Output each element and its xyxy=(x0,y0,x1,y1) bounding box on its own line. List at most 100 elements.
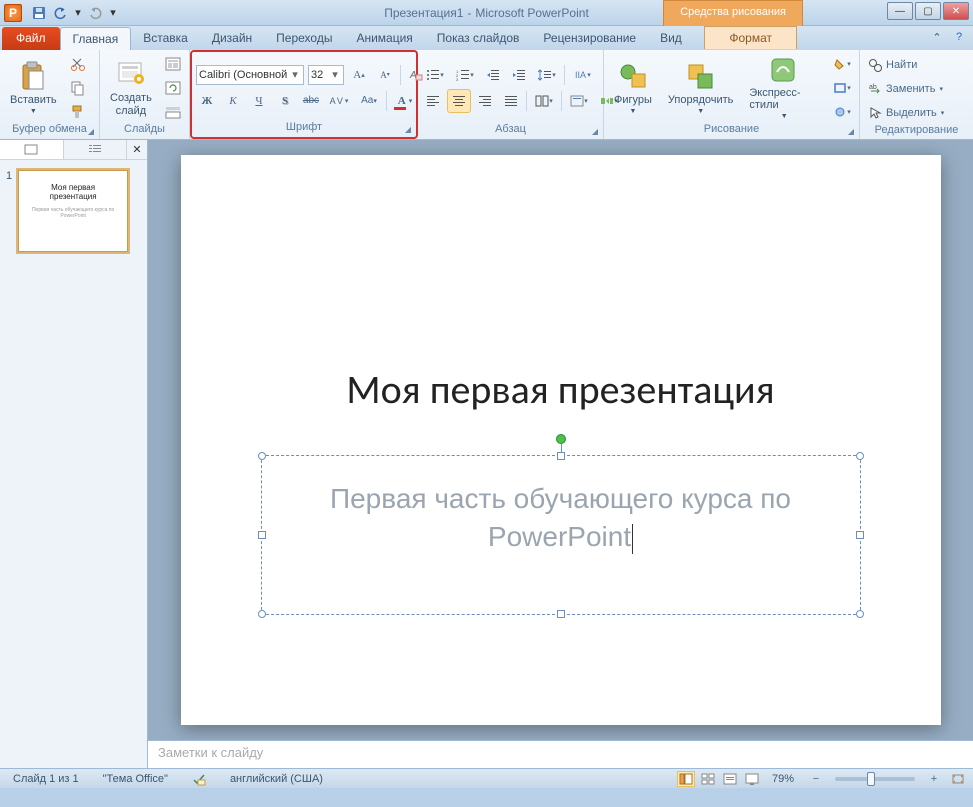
help-button[interactable]: ? xyxy=(951,29,967,45)
select-button[interactable]: Выделить▾ xyxy=(864,102,948,124)
notes-pane[interactable]: Заметки к слайду xyxy=(148,740,973,768)
columns-button[interactable]: ▾ xyxy=(531,90,557,112)
underline-button[interactable]: Ч xyxy=(248,90,270,112)
format-painter-button[interactable] xyxy=(67,101,89,123)
clipboard-dialog-launcher[interactable]: ◢ xyxy=(85,125,97,137)
tab-анимация[interactable]: Анимация xyxy=(344,27,424,50)
subtitle-text-box[interactable]: Первая часть обучающего курса по PowerPo… xyxy=(261,455,861,615)
slide-thumbnail-1[interactable]: Моя первая презентация Первая часть обуч… xyxy=(18,170,128,252)
numbering-button[interactable]: 123▾ xyxy=(452,64,478,86)
chevron-down-icon[interactable]: ▾ xyxy=(289,68,301,81)
resize-handle-ne[interactable] xyxy=(856,452,864,460)
align-text-button[interactable]: ▾ xyxy=(566,90,592,112)
slide-layout-button[interactable] xyxy=(162,53,184,75)
text-direction-button[interactable]: IIA▾ xyxy=(569,64,595,86)
bullets-button[interactable]: ▾ xyxy=(422,64,448,86)
decrease-indent-button[interactable] xyxy=(482,64,504,86)
resize-handle-w[interactable] xyxy=(258,531,266,539)
line-spacing-button[interactable]: ▾ xyxy=(534,64,560,86)
align-center-button[interactable] xyxy=(448,90,470,112)
arrange-button[interactable]: Упорядочить▼ xyxy=(662,54,739,122)
close-button[interactable]: ✕ xyxy=(943,2,969,20)
status-spellcheck[interactable] xyxy=(185,770,213,788)
tab-рецензирование[interactable]: Рецензирование xyxy=(531,27,648,50)
panel-tab-outline[interactable] xyxy=(64,140,128,159)
font-color-button[interactable]: A▾ xyxy=(391,90,419,112)
find-button[interactable]: Найти xyxy=(864,54,921,76)
resize-handle-n[interactable] xyxy=(557,452,565,460)
font-size-combo[interactable]: 32▾ xyxy=(308,65,344,85)
chevron-down-icon[interactable]: ▾ xyxy=(329,68,341,81)
maximize-button[interactable]: ▢ xyxy=(915,2,941,20)
font-name-combo[interactable]: Calibri (Основной▾ xyxy=(196,65,304,85)
drawing-dialog-launcher[interactable]: ◢ xyxy=(845,125,857,137)
subtitle-text[interactable]: Первая часть обучающего курса по PowerPo… xyxy=(262,456,860,556)
new-slide-icon xyxy=(115,58,147,90)
view-normal-button[interactable] xyxy=(677,771,695,787)
resize-handle-nw[interactable] xyxy=(258,452,266,460)
slide-canvas-area[interactable]: Моя первая презентация Первая часть обуч… xyxy=(148,140,973,740)
resize-handle-e[interactable] xyxy=(856,531,864,539)
zoom-slider[interactable] xyxy=(835,777,915,781)
cut-button[interactable] xyxy=(67,53,89,75)
tab-дизайн[interactable]: Дизайн xyxy=(200,27,264,50)
shape-outline-button[interactable]: ▾ xyxy=(829,77,855,99)
paste-button[interactable]: Вставить ▼ xyxy=(4,54,63,122)
reset-slide-button[interactable] xyxy=(162,77,184,99)
status-language[interactable]: английский (США) xyxy=(223,771,330,787)
shape-effects-button[interactable]: ▾ xyxy=(829,101,855,123)
copy-button[interactable] xyxy=(67,77,89,99)
panel-close-button[interactable]: ✕ xyxy=(127,140,147,159)
slide-title-text[interactable]: Моя первая презентация xyxy=(241,365,881,414)
save-button[interactable] xyxy=(30,4,48,22)
minimize-button[interactable]: — xyxy=(887,2,913,20)
tab-format[interactable]: Формат xyxy=(704,26,797,49)
resize-handle-sw[interactable] xyxy=(258,610,266,618)
increase-indent-button[interactable] xyxy=(508,64,530,86)
tab-главная[interactable]: Главная xyxy=(60,27,132,50)
font-dialog-launcher[interactable]: ◢ xyxy=(402,123,414,135)
tab-вид[interactable]: Вид xyxy=(648,27,694,50)
change-case-button[interactable]: Aa▾ xyxy=(356,90,382,112)
strikethrough-button[interactable]: abc xyxy=(300,90,322,112)
view-sorter-button[interactable] xyxy=(699,771,717,787)
new-slide-button[interactable]: Создать слайд xyxy=(104,54,158,122)
shrink-font-button[interactable]: A▾ xyxy=(374,64,396,86)
view-reading-button[interactable] xyxy=(721,771,739,787)
zoom-out-button[interactable]: − xyxy=(805,768,827,790)
zoom-slider-thumb[interactable] xyxy=(867,772,875,786)
minimize-ribbon-button[interactable]: ⌃ xyxy=(929,29,945,45)
slide[interactable]: Моя первая презентация Первая часть обуч… xyxy=(181,155,941,725)
qat-customize-dropdown[interactable]: ▾ xyxy=(108,4,118,22)
tab-показ слайдов[interactable]: Показ слайдов xyxy=(425,27,532,50)
redo-button[interactable] xyxy=(86,4,104,22)
text-shadow-button[interactable]: S xyxy=(274,90,296,112)
align-right-button[interactable] xyxy=(474,90,496,112)
group-slides: Создать слайд Слайды xyxy=(100,50,190,139)
shape-fill-button[interactable]: ▾ xyxy=(829,53,855,75)
italic-button[interactable]: К xyxy=(222,90,244,112)
zoom-percent[interactable]: 79% xyxy=(765,771,801,787)
panel-tab-slides[interactable] xyxy=(0,140,64,159)
shapes-button[interactable]: Фигуры▼ xyxy=(608,54,658,122)
quick-styles-button[interactable]: Экспресс-стили▼ xyxy=(743,54,825,122)
tab-переходы[interactable]: Переходы xyxy=(264,27,344,50)
align-left-button[interactable] xyxy=(422,90,444,112)
resize-handle-se[interactable] xyxy=(856,610,864,618)
undo-button[interactable] xyxy=(52,4,70,22)
view-slideshow-button[interactable] xyxy=(743,771,761,787)
zoom-in-button[interactable]: + xyxy=(923,768,945,790)
paragraph-dialog-launcher[interactable]: ◢ xyxy=(589,125,601,137)
grow-font-button[interactable]: A▴ xyxy=(348,64,370,86)
bold-button[interactable]: Ж xyxy=(196,90,218,112)
resize-handle-s[interactable] xyxy=(557,610,565,618)
tab-вставка[interactable]: Вставка xyxy=(131,27,200,50)
replace-button[interactable]: abЗаменить▾ xyxy=(864,78,947,100)
fit-to-window-button[interactable] xyxy=(949,771,967,787)
rotation-handle[interactable] xyxy=(556,434,566,444)
undo-dropdown[interactable]: ▾ xyxy=(74,4,82,22)
justify-button[interactable] xyxy=(500,90,522,112)
char-spacing-button[interactable]: AV▾ xyxy=(326,90,352,112)
file-tab[interactable]: Файл xyxy=(2,27,60,50)
slide-section-button[interactable] xyxy=(162,101,184,123)
